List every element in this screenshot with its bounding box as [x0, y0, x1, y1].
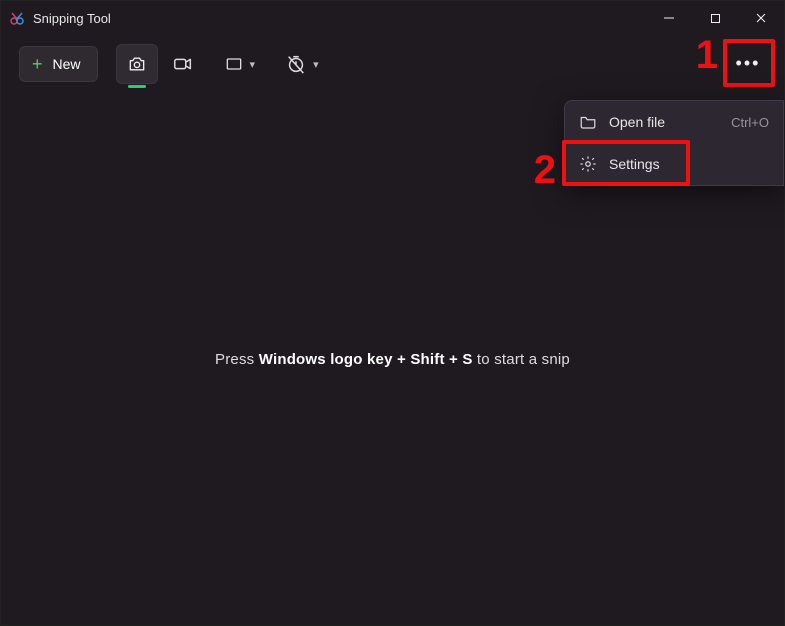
gear-icon [579, 155, 597, 173]
title-bar: Snipping Tool [1, 1, 784, 35]
delay-dropdown[interactable]: ▾ [279, 46, 325, 82]
chevron-down-icon: ▾ [313, 58, 319, 71]
camera-icon [127, 54, 147, 74]
toolbar: + New ▾ [1, 35, 784, 93]
hint-suffix: to start a snip [473, 351, 570, 368]
chevron-down-icon: ▾ [250, 58, 256, 71]
hint-prefix: Press [215, 351, 259, 368]
folder-icon [579, 113, 597, 131]
menu-settings-label: Settings [609, 156, 660, 172]
new-snip-button[interactable]: + New [19, 46, 98, 82]
close-button[interactable] [738, 1, 784, 35]
app-icon [9, 10, 25, 26]
ellipsis-icon: ••• [736, 53, 761, 74]
photo-mode-button[interactable] [116, 44, 158, 84]
menu-open-file-shortcut: Ctrl+O [731, 115, 769, 130]
menu-open-file-label: Open file [609, 114, 665, 130]
window-controls [646, 1, 784, 35]
video-mode-button[interactable] [166, 46, 200, 82]
video-icon [172, 53, 194, 75]
more-options-menu: Open file Ctrl+O Settings [564, 100, 784, 186]
no-delay-icon [285, 53, 307, 75]
maximize-button[interactable] [692, 1, 738, 35]
hint-keys: Windows logo key + Shift + S [259, 351, 473, 368]
plus-icon: + [32, 55, 43, 73]
capture-mode-group [116, 44, 200, 84]
snip-shape-dropdown[interactable]: ▾ [218, 46, 262, 82]
menu-item-settings[interactable]: Settings [565, 143, 783, 185]
window-title: Snipping Tool [33, 11, 111, 26]
more-options-button[interactable]: ••• [728, 45, 768, 81]
menu-item-open-file[interactable]: Open file Ctrl+O [565, 101, 783, 143]
rectangle-icon [224, 54, 244, 74]
hint-text: Press Windows logo key + Shift + S to st… [215, 351, 570, 368]
minimize-button[interactable] [646, 1, 692, 35]
snipping-tool-window: Snipping Tool + New [0, 0, 785, 626]
annotation-number-1: 1 [696, 33, 718, 78]
new-button-label: New [53, 56, 81, 72]
